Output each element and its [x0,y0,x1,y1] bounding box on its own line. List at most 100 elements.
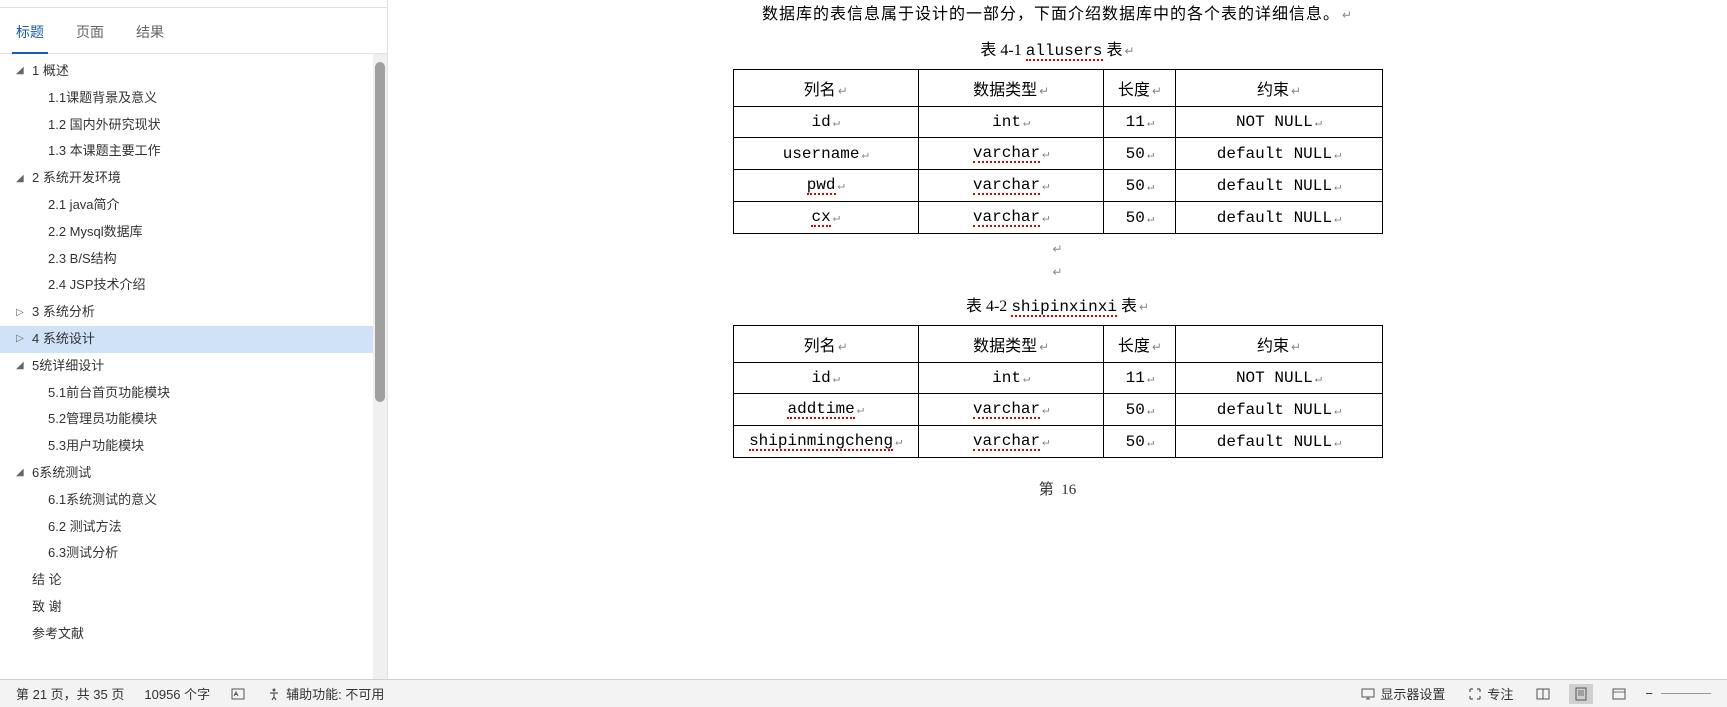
table-header-cell: 约束↵ [1176,326,1382,363]
word-count[interactable]: 10956 个字 [144,684,210,703]
outline-item[interactable]: 5.3用户功能模块 [0,433,373,460]
outline-label: 5.2管理员功能模块 [48,409,157,430]
table-header-cell: 列名↵ [733,70,918,107]
outline-item[interactable]: 2.3 B/S结构 [0,246,373,273]
outline-label: 4 系统设计 [32,329,95,350]
table-row: 列名↵ 数据类型↵ 长度↵ 约束↵ [733,70,1382,107]
outline-item[interactable]: ◢1 概述 [0,58,373,85]
outline-label: 参考文献 [32,624,84,645]
outline-item[interactable]: 1.3 本课题主要工作 [0,138,373,165]
outline-label: 1 概述 [32,61,69,82]
paragraph-mark: ↵ [708,242,1408,257]
outline-item[interactable]: 2.4 JSP技术介绍 [0,272,373,299]
tab-results[interactable]: 结果 [132,16,168,54]
table-cell: addtime↵ [733,394,918,426]
outline-item[interactable]: 1.1课题背景及意义 [0,85,373,112]
table-header-cell: 长度↵ [1104,326,1176,363]
outline-item[interactable]: 5.2管理员功能模块 [0,406,373,433]
expand-icon[interactable]: ▷ [16,331,30,347]
collapse-icon[interactable]: ◢ [16,358,30,374]
collapse-icon[interactable]: ◢ [16,63,30,79]
table-cell: varchar↵ [918,426,1103,458]
table-header-cell: 长度↵ [1104,70,1176,107]
navigation-sidebar: 标题 页面 结果 ◢1 概述 1.1课题背景及意义 1.2 国内外研究现状 1.… [0,0,388,679]
monitor-icon [1360,686,1376,702]
zoom-track[interactable] [1661,693,1711,694]
display-settings-button[interactable]: 显示器设置 [1356,682,1449,705]
outline-label: 2.4 JSP技术介绍 [48,275,146,296]
tab-pages[interactable]: 页面 [72,16,108,54]
page-number: 第 16 [708,478,1408,499]
table-cell: default NULL↵ [1176,394,1382,426]
main-area: 标题 页面 结果 ◢1 概述 1.1课题背景及意义 1.2 国内外研究现状 1.… [0,0,1727,679]
outline-item[interactable]: 2.2 Mysql数据库 [0,219,373,246]
outline-item[interactable]: 6.3测试分析 [0,540,373,567]
language-icon[interactable] [230,686,246,702]
document-area[interactable]: 数据库的表信息属于设计的一部分，下面介绍数据库中的各个表的详细信息。↵ 表 4-… [388,0,1727,679]
zoom-slider[interactable]: − [1645,686,1711,701]
outline-item-selected[interactable]: ▷4 系统设计 [0,326,373,353]
table-cell: username↵ [733,138,918,170]
table-cell: 50↵ [1104,202,1176,234]
tab-headings[interactable]: 标题 [12,16,48,54]
table-cell: default NULL↵ [1176,170,1382,202]
table-row: 列名↵ 数据类型↵ 长度↵ 约束↵ [733,326,1382,363]
read-mode-icon[interactable] [1531,684,1555,704]
status-right: 显示器设置 专注 − [1356,682,1711,705]
accessibility-icon [266,686,282,702]
focus-icon [1467,686,1483,702]
table-row: id↵ int↵ 11↵ NOT NULL↵ [733,107,1382,138]
display-settings-label: 显示器设置 [1380,684,1445,703]
zoom-out-icon[interactable]: − [1645,686,1653,701]
outline-item[interactable]: 6.2 测试方法 [0,514,373,541]
outline-label: 5统详细设计 [32,356,104,377]
outline-item[interactable]: ▷3 系统分析 [0,299,373,326]
outline-label: 1.2 国内外研究现状 [48,115,161,136]
outline-item[interactable]: 参考文献 [0,621,373,648]
table-cell: default NULL↵ [1176,202,1382,234]
outline-item[interactable]: 2.1 java简介 [0,192,373,219]
collapse-icon[interactable]: ◢ [16,171,30,187]
outline-item[interactable]: 6.1系统测试的意义 [0,487,373,514]
table-cell: default NULL↵ [1176,426,1382,458]
sidebar-scrollbar[interactable] [373,54,387,679]
table-cell: 50↵ [1104,426,1176,458]
focus-label: 专注 [1487,684,1513,703]
outline-item[interactable]: 结 论 [0,567,373,594]
table-cell: id↵ [733,107,918,138]
search-box-collapsed[interactable] [0,0,387,8]
outline-list[interactable]: ◢1 概述 1.1课题背景及意义 1.2 国内外研究现状 1.3 本课题主要工作… [0,54,373,679]
web-layout-icon[interactable] [1607,684,1631,704]
table-cell: NOT NULL↵ [1176,107,1382,138]
table-header-cell: 列名↵ [733,326,918,363]
outline-item[interactable]: ◢6系统测试 [0,460,373,487]
table-header-cell: 数据类型↵ [918,70,1103,107]
table-row: username↵ varchar↵ 50↵ default NULL↵ [733,138,1382,170]
table-cell: 50↵ [1104,394,1176,426]
status-bar: 第 21 页，共 35 页 10956 个字 辅助功能: 不可用 显示器设置 专… [0,679,1727,707]
accessibility-status[interactable]: 辅助功能: 不可用 [266,684,384,703]
collapse-icon[interactable]: ◢ [16,465,30,481]
outline-item[interactable]: ◢5统详细设计 [0,353,373,380]
intro-paragraph: 数据库的表信息属于设计的一部分，下面介绍数据库中的各个表的详细信息。↵ [708,0,1408,24]
accessibility-label: 辅助功能: 不可用 [286,684,384,703]
table-row: id↵ int↵ 11↵ NOT NULL↵ [733,363,1382,394]
paragraph-mark: ↵ [708,265,1408,280]
focus-button[interactable]: 专注 [1463,682,1517,705]
table-header-cell: 数据类型↵ [918,326,1103,363]
outline-item[interactable]: ◢2 系统开发环境 [0,165,373,192]
table-cell: varchar↵ [918,170,1103,202]
page-info[interactable]: 第 21 页，共 35 页 [16,684,124,703]
table-cell: varchar↵ [918,394,1103,426]
expand-icon[interactable]: ▷ [16,305,30,321]
print-layout-icon[interactable] [1569,684,1593,704]
outline-item[interactable]: 5.1前台首页功能模块 [0,380,373,407]
outline-item[interactable]: 1.2 国内外研究现状 [0,112,373,139]
outline-item[interactable]: 致 谢 [0,594,373,621]
table-caption-1: 表 4-1 allusers 表↵ [708,36,1408,61]
scrollbar-thumb[interactable] [375,62,385,402]
outline-label: 5.3用户功能模块 [48,436,144,457]
sidebar-tabs: 标题 页面 结果 [0,8,387,54]
outline-label: 2.2 Mysql数据库 [48,222,143,243]
document-content: 数据库的表信息属于设计的一部分，下面介绍数据库中的各个表的详细信息。↵ 表 4-… [708,0,1408,499]
